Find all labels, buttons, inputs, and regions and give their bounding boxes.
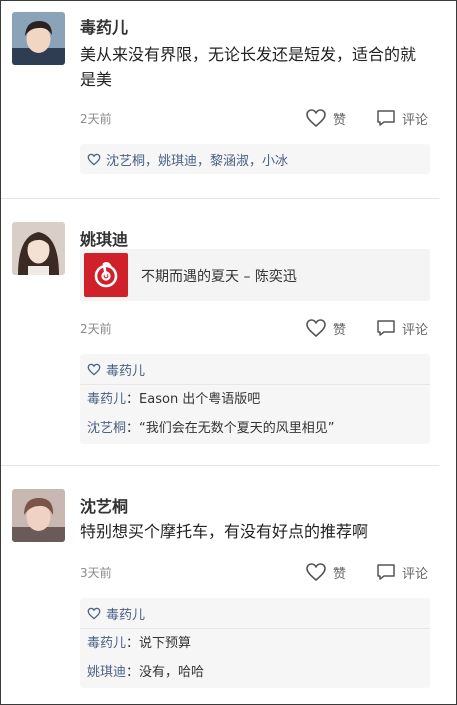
post-author-name[interactable]: 姚琪迪 [80, 226, 128, 250]
heart-icon [87, 153, 101, 165]
comment-button[interactable]: 评论 [376, 317, 428, 339]
post-text: 美从来没有界限，无论长发还是短发，适合的就是美 [80, 45, 417, 89]
likes-panel: 沈艺桐，姚琪迪，黎涵淑，小冰 [80, 144, 430, 174]
likes-row: 毒药儿 [80, 354, 430, 384]
post-author-name[interactable]: 毒药儿 [80, 14, 128, 38]
comment-icon [377, 110, 395, 126]
avatar[interactable] [12, 222, 65, 275]
avatar[interactable] [12, 489, 65, 542]
comment-author[interactable]: 沈艺桐 [87, 421, 126, 436]
post-meta: 3天前 赞 评论 [80, 561, 430, 583]
netease-music-icon [84, 253, 128, 297]
comment-text: 说下预算 [139, 636, 192, 651]
comment-icon [377, 564, 395, 580]
likes-comments-panel: 毒药儿 毒药儿：说下预算 姚琪迪：没有，哈哈 [80, 598, 430, 688]
heart-icon [306, 109, 326, 128]
post-meta: 2天前 赞 评论 [80, 317, 430, 339]
comment-label: 评论 [402, 566, 429, 582]
post-time: 3天前 [80, 566, 112, 580]
post-divider [1, 198, 439, 199]
post-divider [1, 465, 439, 466]
heart-icon [87, 607, 101, 619]
comment-icon [377, 320, 395, 336]
post-time: 2天前 [80, 322, 112, 336]
likes-row: 沈艺桐，姚琪迪，黎涵淑，小冰 [80, 144, 430, 174]
comment-item[interactable]: 姚琪迪：没有，哈哈 [80, 658, 430, 687]
avatar[interactable] [12, 12, 65, 65]
like-label: 赞 [333, 566, 347, 582]
heart-icon [306, 319, 326, 338]
likes-comments-panel: 毒药儿 毒药儿：Eason 出个粤语版吧 沈艺桐：“我们会在无数个夏天的风里相见… [80, 354, 430, 444]
comment-item[interactable]: 毒药儿：Eason 出个粤语版吧 [80, 385, 430, 414]
moments-feed: 毒药儿 美从来没有界限，无论长发还是短发，适合的就是美 2天前 赞 评论 沈艺桐… [0, 0, 457, 705]
comment-text: 没有，哈哈 [139, 665, 205, 680]
heart-icon [87, 363, 101, 375]
post-time: 2天前 [80, 112, 112, 126]
like-label: 赞 [333, 322, 347, 338]
post-meta: 2天前 赞 评论 [80, 107, 430, 129]
comment-button[interactable]: 评论 [376, 107, 428, 129]
comment-text: “我们会在无数个夏天的风里相见” [139, 421, 335, 436]
comment-author[interactable]: 姚琪迪 [87, 665, 126, 680]
comment-author[interactable]: 毒药儿 [87, 636, 126, 651]
music-share-card[interactable]: 不期而遇的夏天 – 陈奕迅 [80, 249, 430, 301]
comment-author[interactable]: 毒药儿 [87, 392, 126, 407]
comment-label: 评论 [402, 322, 429, 338]
post-author-name[interactable]: 沈艺桐 [80, 493, 128, 517]
comment-item[interactable]: 毒药儿：说下预算 [80, 629, 430, 658]
likes-names[interactable]: 毒药儿 [106, 360, 145, 379]
heart-icon [306, 563, 326, 582]
like-button[interactable]: 赞 [305, 317, 346, 339]
post-text: 特别想买个摩托车，有没有好点的推荐啊 [80, 522, 369, 541]
likes-names[interactable]: 沈艺桐，姚琪迪，黎涵淑，小冰 [106, 150, 288, 169]
likes-names[interactable]: 毒药儿 [106, 604, 145, 623]
comment-button[interactable]: 评论 [376, 561, 428, 583]
like-button[interactable]: 赞 [305, 561, 346, 583]
comment-item[interactable]: 沈艺桐：“我们会在无数个夏天的风里相见” [80, 414, 430, 443]
like-button[interactable]: 赞 [305, 107, 346, 129]
comment-label: 评论 [402, 112, 429, 128]
like-label: 赞 [333, 112, 347, 128]
comment-text: Eason 出个粤语版吧 [139, 392, 261, 407]
likes-row: 毒药儿 [80, 598, 430, 628]
music-title: 不期而遇的夏天 – 陈奕迅 [141, 269, 297, 285]
